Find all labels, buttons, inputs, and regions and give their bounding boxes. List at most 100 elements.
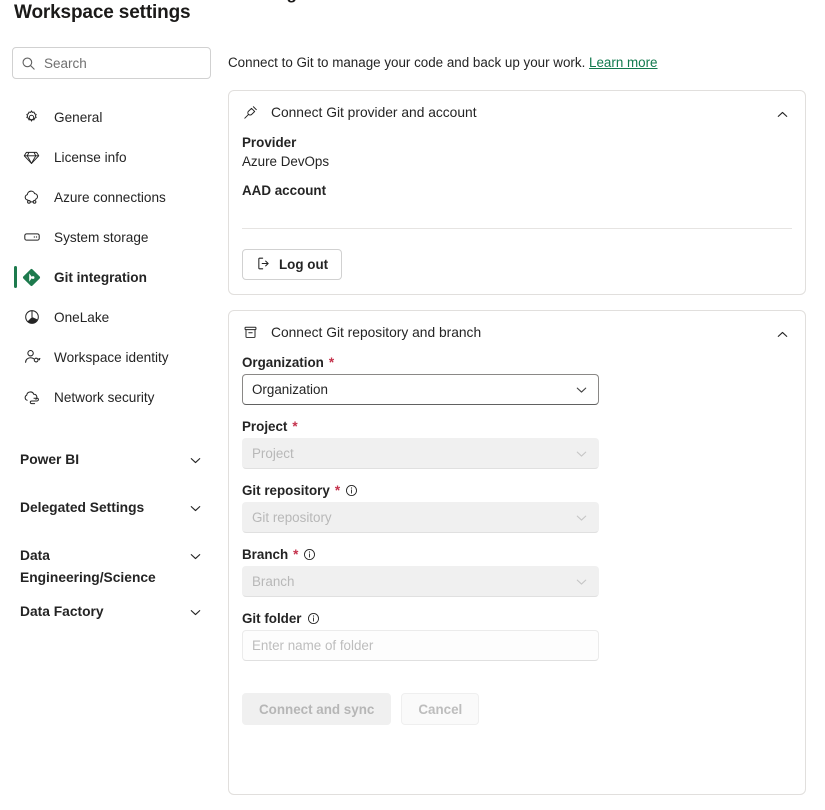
onelake-icon [22, 308, 41, 327]
archive-box-icon [242, 324, 259, 341]
subtitle-text: Connect to Git to manage your code and b… [228, 55, 586, 70]
sidebar-section-data-engineering-science[interactable]: Data Engineering/Science [0, 533, 225, 589]
provider-value: Azure DevOps [242, 154, 330, 169]
gear-icon [22, 108, 41, 127]
learn-more-link[interactable]: Learn more [589, 55, 657, 70]
sidebar-item-label: Git integration [54, 269, 147, 285]
workspace-settings-page: Workspace settings General [0, 0, 825, 810]
chevron-down-icon [574, 382, 589, 397]
sidebar-item-general[interactable]: General [0, 97, 225, 137]
required-asterisk: * [328, 355, 335, 370]
collapse-toggle-provider[interactable] [771, 103, 793, 125]
info-icon[interactable] [303, 548, 316, 561]
git-repository-value: Git repository [252, 510, 332, 525]
sidebar-section-label: Data Engineering/Science [20, 548, 156, 585]
organization-dropdown[interactable]: Organization [242, 374, 599, 405]
sidebar-item-azure-connections[interactable]: Azure connections [0, 177, 225, 217]
settings-sidebar: General License info Azure connecti [0, 40, 225, 810]
identity-key-icon [22, 348, 41, 367]
git-repository-dropdown: Git repository [242, 502, 599, 533]
sidebar-section-delegated-settings[interactable]: Delegated Settings [0, 485, 225, 533]
network-shield-icon [22, 388, 41, 407]
sidebar-item-label: OneLake [54, 309, 110, 325]
info-icon[interactable] [307, 612, 320, 625]
section-heading: Git integration [228, 0, 344, 4]
card-header: Connect Git repository and branch [229, 311, 805, 341]
sidebar-item-label: System storage [54, 229, 149, 245]
card-title: Connect Git provider and account [271, 105, 477, 120]
storage-icon [22, 228, 41, 247]
sidebar-nav: General License info Azure connections S… [0, 97, 225, 417]
sidebar-section-label: Power BI [20, 452, 80, 467]
sidebar-item-onelake[interactable]: OneLake [0, 297, 225, 337]
card-header: Connect Git provider and account [229, 91, 805, 121]
git-folder-input[interactable] [242, 630, 599, 661]
card-body: Organization * Organization Project * Pr… [229, 355, 805, 725]
sidebar-item-git-integration[interactable]: Git integration [0, 257, 225, 297]
chevron-down-icon [188, 589, 203, 625]
chevron-down-icon [574, 510, 589, 525]
connect-and-sync-button[interactable]: Connect and sync [242, 693, 392, 725]
sidebar-item-system-storage[interactable]: System storage [0, 217, 225, 257]
sidebar-item-license-info[interactable]: License info [0, 137, 225, 177]
project-label: Project * [242, 419, 792, 434]
card-title: Connect Git repository and branch [271, 325, 482, 340]
card-body: Provider Azure DevOps AAD account Log ou… [229, 135, 805, 280]
sign-out-icon [256, 256, 271, 274]
field-label-text: Git folder [242, 611, 302, 626]
git-folder-label: Git folder [242, 611, 792, 626]
sidebar-collapsible-sections: Power BI Delegated Settings Data Enginee… [0, 437, 225, 637]
search-box[interactable] [12, 47, 211, 79]
required-asterisk: * [334, 483, 341, 498]
cancel-button[interactable]: Cancel [401, 693, 480, 725]
sidebar-item-workspace-identity[interactable]: Workspace identity [0, 337, 225, 377]
sidebar-section-label: Delegated Settings [20, 500, 145, 515]
sidebar-item-label: License info [54, 149, 127, 165]
search-input[interactable] [44, 55, 202, 71]
organization-value: Organization [252, 382, 328, 397]
sidebar-item-label: Workspace identity [54, 349, 169, 365]
collapse-toggle-repo[interactable] [771, 323, 793, 345]
field-label-text: Branch [242, 547, 289, 562]
sidebar-item-label: Azure connections [54, 189, 166, 205]
chevron-down-icon [574, 446, 589, 461]
connect-git-provider-card: Connect Git provider and account Provide… [228, 90, 806, 295]
section-subtitle: Connect to Git to manage your code and b… [228, 55, 658, 70]
connect-git-repository-card: Connect Git repository and branch Organi… [228, 310, 806, 795]
project-value: Project [252, 446, 294, 461]
project-dropdown: Project [242, 438, 599, 469]
sidebar-item-network-security[interactable]: Network security [0, 377, 225, 417]
required-asterisk: * [293, 547, 299, 562]
form-actions: Connect and sync Cancel [242, 693, 792, 725]
field-label-text: Project [242, 419, 288, 434]
provider-label: Provider [242, 135, 297, 150]
main-content: Git integration Connect to Git to manage… [225, 0, 825, 810]
chevron-down-icon [188, 485, 203, 521]
plug-icon [242, 104, 259, 121]
sidebar-item-label: General [54, 109, 103, 125]
chevron-down-icon [188, 437, 203, 473]
log-out-button[interactable]: Log out [242, 249, 343, 280]
git-repository-label: Git repository * [242, 483, 792, 498]
chevron-down-icon [574, 574, 589, 589]
cloud-link-icon [22, 188, 41, 207]
diamond-icon [22, 148, 41, 167]
sidebar-item-label: Network security [54, 389, 155, 405]
required-asterisk: * [292, 419, 298, 434]
log-out-label: Log out [279, 257, 329, 272]
organization-label: Organization * [242, 355, 792, 370]
card-divider [242, 228, 792, 229]
sidebar-section-label: Data Factory [20, 604, 104, 619]
branch-dropdown: Branch [242, 566, 599, 597]
field-label-text: Organization [242, 355, 324, 370]
branch-value: Branch [252, 574, 295, 589]
branch-label: Branch * [242, 547, 792, 562]
sidebar-section-data-factory[interactable]: Data Factory [0, 589, 225, 637]
field-label-text: Git repository [242, 483, 330, 498]
git-diamond-icon [22, 268, 41, 287]
page-title: Workspace settings [14, 2, 191, 23]
info-icon[interactable] [345, 484, 358, 497]
chevron-down-icon [188, 533, 203, 569]
sidebar-section-power-bi[interactable]: Power BI [0, 437, 225, 485]
aad-account-label: AAD account [242, 183, 327, 198]
